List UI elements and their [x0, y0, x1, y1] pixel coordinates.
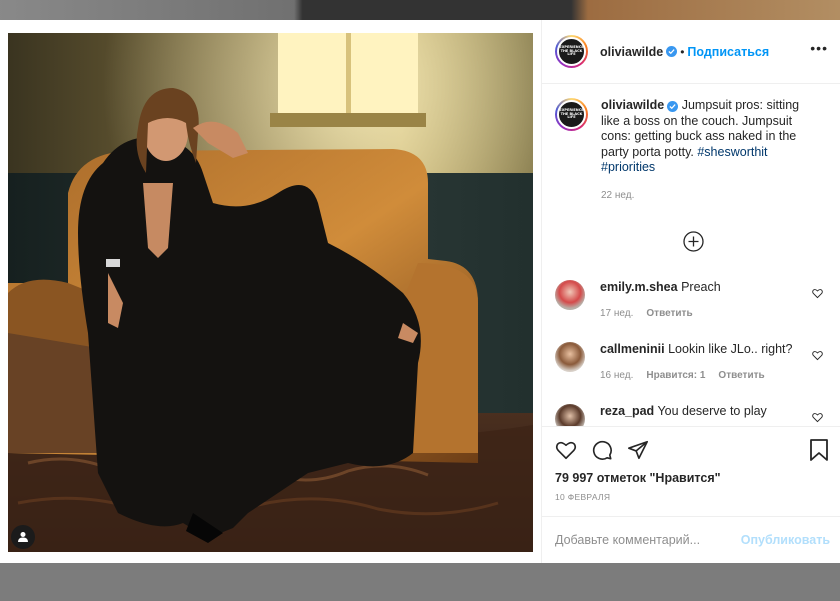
likes-count[interactable]: 79 997 отметок "Нравится" — [555, 471, 721, 485]
post-side-pane: EXPERIENCE THE BLACK LIFE oliviawilde • … — [541, 20, 840, 563]
plus-circle-icon[interactable] — [683, 231, 704, 252]
caption-avatar-logo-text: EXPERIENCE THE BLACK LIFE — [559, 108, 584, 120]
follow-button[interactable]: Подписаться — [687, 45, 769, 59]
avatar-logo-text: EXPERIENCE THE BLACK LIFE — [559, 45, 584, 57]
caption-avatar[interactable]: EXPERIENCE THE BLACK LIFE — [555, 98, 588, 131]
comment-icon[interactable] — [591, 439, 613, 461]
user-tag-button[interactable] — [11, 525, 35, 549]
comment-username[interactable]: emily.m.shea — [600, 280, 678, 294]
post-header: EXPERIENCE THE BLACK LIFE oliviawilde • … — [542, 20, 840, 84]
comment-username[interactable]: callmeninii — [600, 342, 665, 356]
page-backdrop-top — [0, 0, 840, 20]
comment-item: emily.m.shea Preach 17 нед. Ответить — [555, 280, 830, 319]
comment-timestamp[interactable]: 16 нед. — [600, 370, 633, 381]
author-username[interactable]: oliviawilde — [600, 45, 663, 59]
hashtag-link[interactable]: #priorities — [601, 160, 655, 174]
comment-text: You deserve to play — [657, 404, 767, 418]
post-actions — [555, 439, 649, 461]
comment-composer: Опубликовать — [542, 516, 840, 563]
page-backdrop-bottom — [0, 563, 840, 601]
caption-timestamp[interactable]: 22 нед. — [601, 190, 811, 201]
comment-username[interactable]: reza_pad — [600, 404, 654, 418]
post-caption: EXPERIENCE THE BLACK LIFE oliviawilde Ju… — [542, 84, 840, 201]
heart-icon[interactable] — [812, 288, 823, 299]
comment-likes-count[interactable]: Нравится: 1 — [646, 370, 705, 381]
comment-text: Lookin like JLo.. right? — [668, 342, 793, 356]
avatar[interactable] — [555, 342, 585, 372]
post-modal: EXPERIENCE THE BLACK LIFE oliviawilde • … — [0, 20, 840, 563]
comment-text: Preach — [681, 280, 721, 294]
heart-icon[interactable] — [555, 439, 577, 461]
comment-item: callmeninii Lookin like JLo.. right? 16 … — [555, 342, 830, 381]
heart-icon[interactable] — [812, 350, 823, 361]
avatar[interactable] — [555, 280, 585, 310]
bookmark-icon[interactable] — [809, 439, 829, 461]
comment-item: reza_pad You deserve to play — [555, 404, 830, 426]
more-options-icon[interactable]: ••• — [810, 40, 828, 56]
hashtag-link[interactable]: #shesworthit — [697, 145, 767, 159]
divider — [542, 426, 840, 427]
heart-icon[interactable] — [812, 412, 823, 423]
reply-button[interactable]: Ответить — [646, 308, 692, 319]
paper-plane-icon[interactable] — [627, 439, 649, 461]
verified-badge-icon — [666, 46, 678, 57]
verified-badge-icon — [667, 101, 679, 112]
avatar[interactable] — [555, 404, 585, 426]
media-pane — [0, 20, 541, 563]
post-photo[interactable] — [8, 33, 533, 552]
caption-username[interactable]: oliviawilde — [601, 98, 664, 112]
user-tag-icon — [18, 532, 28, 542]
reply-button[interactable]: Ответить — [718, 370, 764, 381]
comment-input[interactable] — [555, 533, 741, 547]
post-date[interactable]: 10 ФЕВРАЛЯ — [555, 492, 610, 502]
separator-dot: • — [680, 44, 685, 59]
avatar[interactable]: EXPERIENCE THE BLACK LIFE — [555, 35, 588, 68]
comment-timestamp[interactable]: 17 нед. — [600, 308, 633, 319]
publish-comment-button[interactable]: Опубликовать — [741, 533, 830, 547]
